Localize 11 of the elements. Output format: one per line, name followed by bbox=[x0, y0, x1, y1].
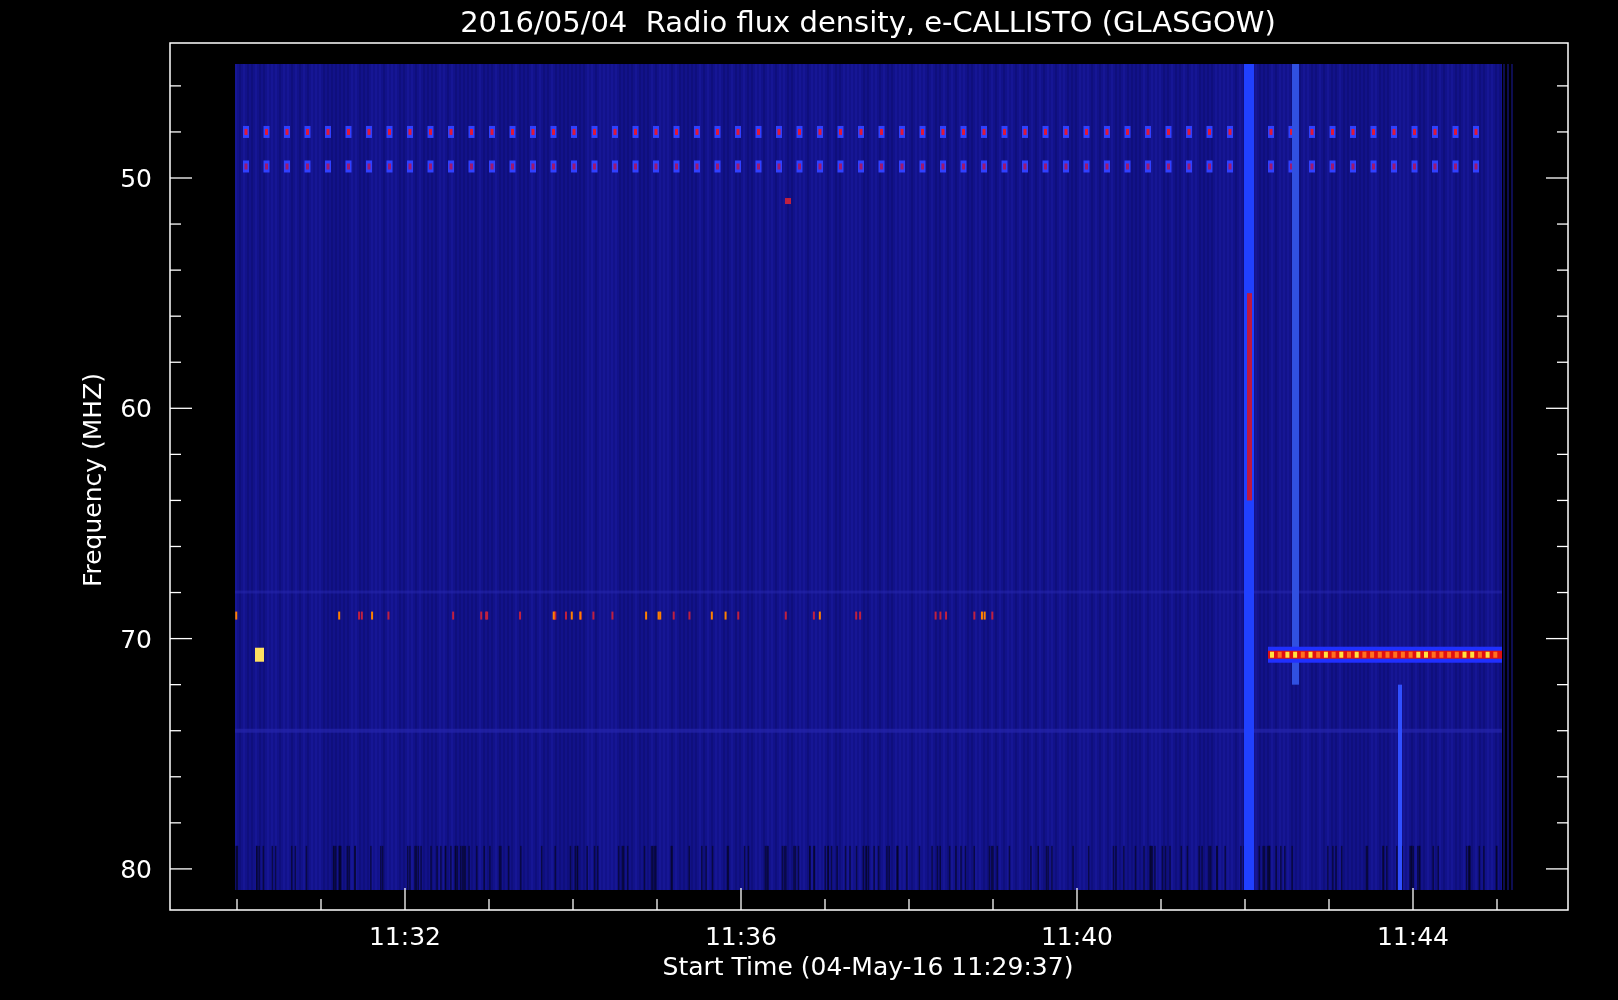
tick-label: 50 bbox=[120, 164, 152, 193]
tick-label: 11:32 bbox=[369, 922, 441, 951]
x-axis-label: Start Time (04-May-16 11:29:37) bbox=[662, 952, 1074, 981]
tick-label: 70 bbox=[120, 624, 152, 654]
plot-title: 2016/05/04 Radio flux density, e-CALLISTO (GLASGOW) bbox=[460, 5, 1276, 39]
tick-label: 11:36 bbox=[705, 922, 777, 951]
tick-label: 80 bbox=[120, 854, 152, 884]
tick-label: 11:44 bbox=[1377, 922, 1449, 951]
y-axis-label: Frequency (MHZ) bbox=[78, 372, 107, 588]
tick-label: 11:40 bbox=[1041, 922, 1113, 951]
tick-label: 60 bbox=[120, 394, 152, 424]
